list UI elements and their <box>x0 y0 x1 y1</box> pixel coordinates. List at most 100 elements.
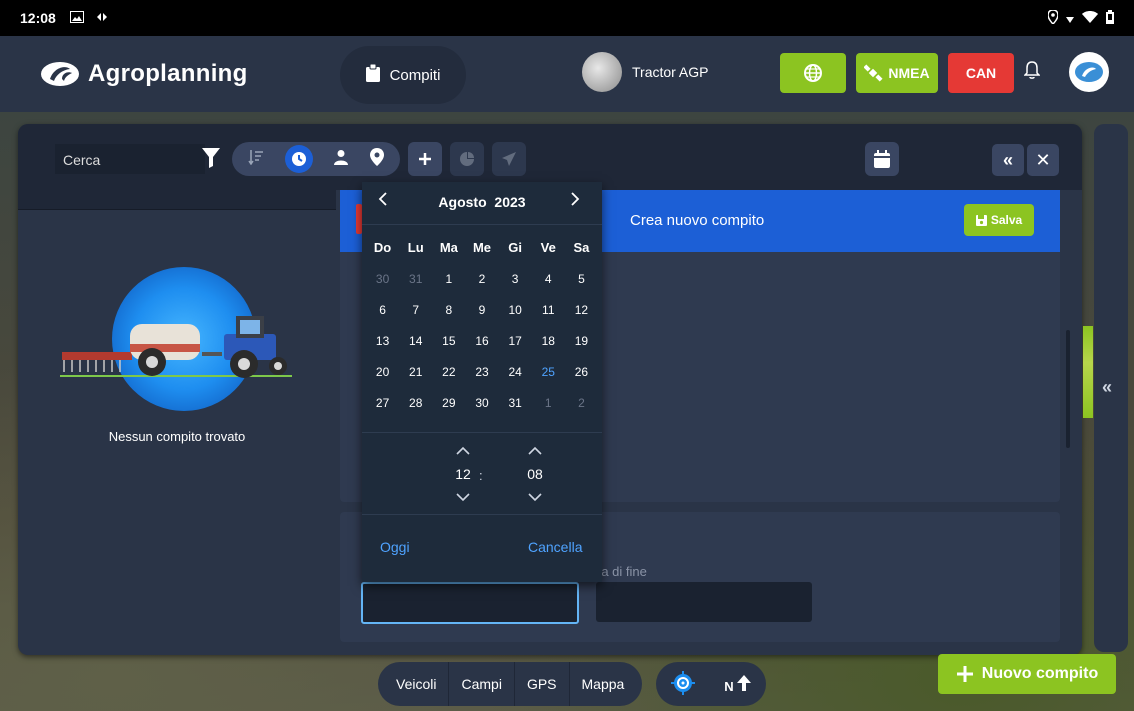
scrollbar[interactable] <box>1066 330 1070 448</box>
calendar-day[interactable]: 14 <box>399 334 432 348</box>
end-time-input[interactable] <box>596 582 812 622</box>
sort-group <box>232 142 400 176</box>
north-indicator[interactable]: N <box>724 674 752 694</box>
chevron-down-icon[interactable] <box>520 486 550 508</box>
minute-value[interactable]: 08 <box>520 462 550 486</box>
nav-gps[interactable]: GPS <box>515 662 570 706</box>
calendar-day[interactable]: 5 <box>565 272 598 286</box>
calendar-day[interactable]: 2 <box>465 272 498 286</box>
can-button[interactable]: CAN <box>948 53 1014 93</box>
calendar-day[interactable]: 27 <box>366 396 399 410</box>
calendar-day-today[interactable]: 25 <box>532 365 565 379</box>
calendar-day[interactable]: 6 <box>366 303 399 317</box>
signal-icon <box>1066 10 1074 26</box>
tractor-selector[interactable]: Tractor AGP <box>582 52 709 92</box>
calendar-day[interactable]: 29 <box>432 396 465 410</box>
month-year-header: Agosto 2023 <box>362 182 602 222</box>
new-task-button[interactable]: Nuovo compito <box>938 654 1116 694</box>
globe-button[interactable] <box>780 53 846 93</box>
calendar-day[interactable]: 15 <box>432 334 465 348</box>
calendar-day[interactable]: 19 <box>565 334 598 348</box>
clock-icon[interactable] <box>284 145 313 173</box>
chevron-left-icon[interactable] <box>378 192 388 211</box>
chevron-up-icon[interactable] <box>520 440 550 462</box>
calendar-day[interactable]: 4 <box>532 272 565 286</box>
nmea-button[interactable]: NMEA <box>856 53 938 93</box>
chevron-up-icon[interactable] <box>448 440 478 462</box>
new-task-label: Nuovo compito <box>981 665 1099 682</box>
expand-drawer-icon[interactable]: « <box>1102 377 1112 398</box>
nav-veicoli[interactable]: Veicoli <box>384 662 450 706</box>
calendar-day[interactable]: 24 <box>499 365 532 379</box>
date-picker: Agosto 2023 Do Lu Ma Me Gi Ve Sa 30 31 1… <box>362 182 602 582</box>
calendar-day[interactable]: 10 <box>499 303 532 317</box>
pie-chart-button[interactable] <box>450 142 484 176</box>
profile-avatar[interactable] <box>1069 52 1109 92</box>
calendar-day[interactable]: 13 <box>366 334 399 348</box>
calendar-day[interactable]: 22 <box>432 365 465 379</box>
location-pin-icon[interactable] <box>369 147 384 171</box>
save-button[interactable]: Salva <box>964 204 1034 236</box>
calendar-day[interactable]: 18 <box>532 334 565 348</box>
chevron-down-icon[interactable] <box>448 486 478 508</box>
sort-icon[interactable] <box>248 149 264 170</box>
notifications-button[interactable] <box>1023 60 1041 85</box>
calendar-day[interactable]: 20 <box>366 365 399 379</box>
add-button[interactable] <box>408 142 442 176</box>
calendar-day[interactable]: 3 <box>499 272 532 286</box>
floppy-disk-icon <box>975 214 987 226</box>
send-button[interactable] <box>492 142 526 176</box>
search-input[interactable]: Cerca <box>55 144 205 174</box>
calendar-day[interactable]: 28 <box>399 396 432 410</box>
tractor-illustration <box>60 267 292 411</box>
calendar-day[interactable]: 9 <box>465 303 498 317</box>
crosshair-icon[interactable] <box>670 670 695 698</box>
calendar-week: 27 28 29 30 31 1 2 <box>362 396 602 410</box>
weekday-label: Gi <box>508 240 522 255</box>
filter-icon[interactable] <box>202 148 220 173</box>
month-label[interactable]: Agosto <box>438 194 486 210</box>
calendar-day[interactable]: 30 <box>366 272 399 286</box>
calendar-day[interactable]: 31 <box>399 272 432 286</box>
calendar-day[interactable]: 17 <box>499 334 532 348</box>
tractor-name: Tractor AGP <box>632 64 709 80</box>
logo-icon <box>41 62 79 86</box>
globe-icon <box>804 64 822 82</box>
bottom-nav: Veicoli Campi GPS Mappa <box>378 662 643 706</box>
calendar-day[interactable]: 8 <box>432 303 465 317</box>
divider <box>362 224 602 225</box>
calendar-day[interactable]: 2 <box>565 396 598 410</box>
close-button[interactable]: ✕ <box>1027 144 1059 176</box>
calendar-day[interactable]: 31 <box>499 396 532 410</box>
form-title: Crea nuovo compito <box>630 212 765 229</box>
start-time-input[interactable] <box>361 582 579 624</box>
calendar-day[interactable]: 23 <box>465 365 498 379</box>
calendar-day[interactable]: 30 <box>465 396 498 410</box>
user-icon[interactable] <box>333 149 349 170</box>
calendar-button[interactable] <box>865 142 899 176</box>
calendar-day[interactable]: 21 <box>399 365 432 379</box>
location-icon <box>1047 8 1059 27</box>
calendar-week: 6 7 8 9 10 11 12 <box>362 303 602 317</box>
year-label[interactable]: 2023 <box>494 194 525 210</box>
send-icon <box>502 152 516 166</box>
calendar-day[interactable]: 11 <box>532 303 565 317</box>
hour-value[interactable]: 12 <box>448 462 478 486</box>
compiti-nav-button[interactable]: Compiti <box>340 46 466 104</box>
weekday-label: Do <box>373 240 392 255</box>
calendar-day[interactable]: 26 <box>565 365 598 379</box>
calendar-icon <box>874 150 890 168</box>
nav-campi[interactable]: Campi <box>449 662 515 706</box>
calendar-day[interactable]: 1 <box>432 272 465 286</box>
calendar-day[interactable]: 1 <box>532 396 565 410</box>
today-button[interactable]: Oggi <box>380 539 410 555</box>
cancel-button[interactable]: Cancella <box>528 539 582 555</box>
chevron-right-icon[interactable] <box>570 192 580 211</box>
image-notification-icon <box>69 10 84 26</box>
calendar-day[interactable]: 7 <box>399 303 432 317</box>
calendar-day[interactable]: 16 <box>465 334 498 348</box>
calendar-day[interactable]: 12 <box>565 303 598 317</box>
clipboard-icon <box>365 63 380 86</box>
nav-mappa[interactable]: Mappa <box>570 662 637 706</box>
collapse-button[interactable]: « <box>992 144 1024 176</box>
